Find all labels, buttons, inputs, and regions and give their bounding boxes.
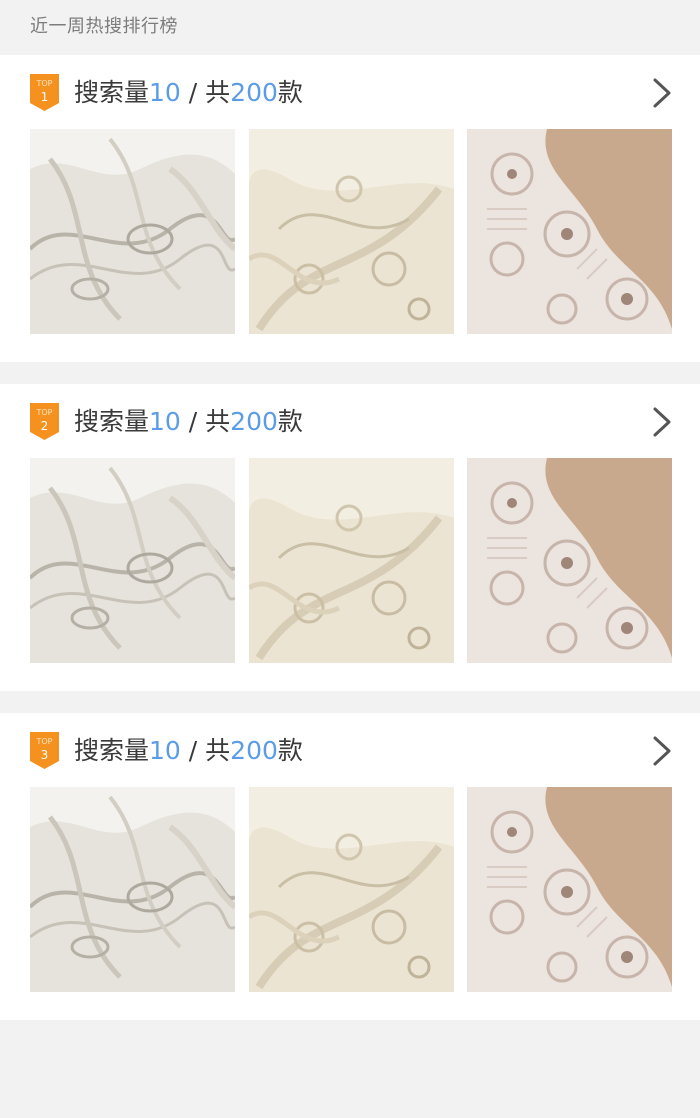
thumbnail-white-lace[interactable]: [30, 129, 235, 334]
rank-badge-icon: TOP 3: [30, 732, 59, 769]
search-summary: 搜索量10 / 共200款: [74, 733, 303, 769]
badge-top-label: TOP: [36, 408, 53, 417]
chevron-right-icon[interactable]: [650, 77, 674, 109]
badge-top-label: TOP: [36, 79, 53, 88]
card-header[interactable]: TOP 3 搜索量10 / 共200款: [0, 713, 700, 787]
search-summary: 搜索量10 / 共200款: [74, 75, 303, 111]
product-thumbnails: [30, 787, 672, 992]
total-unit: 款: [277, 407, 303, 436]
rank-badge-icon: TOP 1: [30, 74, 59, 111]
search-count-label: 搜索量: [74, 407, 150, 436]
product-thumbnails: [30, 458, 672, 663]
page-header: 近一周热搜排行榜: [0, 0, 700, 55]
total-count-value: 200: [230, 407, 278, 436]
search-count-value: 10: [149, 78, 181, 107]
ranking-card-3[interactable]: TOP 3 搜索量10 / 共200款: [0, 713, 700, 1020]
rank-badge-icon: TOP 2: [30, 403, 59, 440]
badge-top-label: TOP: [36, 737, 53, 746]
thumbnail-white-lace[interactable]: [30, 787, 235, 992]
ranking-card-2[interactable]: TOP 2 搜索量10 / 共200款: [0, 384, 700, 691]
badge-rank-number: 3: [40, 748, 49, 762]
product-thumbnails: [30, 129, 672, 334]
thumbnail-ivory-lace[interactable]: [249, 129, 454, 334]
summary-separator: /: [180, 736, 206, 765]
badge-rank-number: 2: [40, 419, 49, 433]
ranking-card-1[interactable]: TOP 1 搜索量10 / 共200款: [0, 55, 700, 362]
page-title: 近一周热搜排行榜: [30, 16, 178, 37]
thumbnail-pink-lace[interactable]: [467, 129, 672, 334]
total-count-value: 200: [230, 736, 278, 765]
card-header[interactable]: TOP 1 搜索量10 / 共200款: [0, 55, 700, 129]
thumbnail-pink-lace[interactable]: [467, 787, 672, 992]
search-count-label: 搜索量: [74, 736, 150, 765]
card-header[interactable]: TOP 2 搜索量10 / 共200款: [0, 384, 700, 458]
chevron-right-icon[interactable]: [650, 406, 674, 438]
thumbnail-ivory-lace[interactable]: [249, 787, 454, 992]
search-count-value: 10: [149, 407, 181, 436]
total-label: 共: [205, 78, 231, 107]
total-label: 共: [205, 407, 231, 436]
search-summary: 搜索量10 / 共200款: [74, 404, 303, 440]
badge-rank-number: 1: [40, 90, 49, 104]
summary-separator: /: [180, 407, 206, 436]
total-count-value: 200: [230, 78, 278, 107]
total-label: 共: [205, 736, 231, 765]
summary-separator: /: [180, 78, 206, 107]
thumbnail-ivory-lace[interactable]: [249, 458, 454, 663]
thumbnail-white-lace[interactable]: [30, 458, 235, 663]
total-unit: 款: [277, 736, 303, 765]
thumbnail-pink-lace[interactable]: [467, 458, 672, 663]
search-count-label: 搜索量: [74, 78, 150, 107]
chevron-right-icon[interactable]: [650, 735, 674, 767]
total-unit: 款: [277, 78, 303, 107]
search-count-value: 10: [149, 736, 181, 765]
